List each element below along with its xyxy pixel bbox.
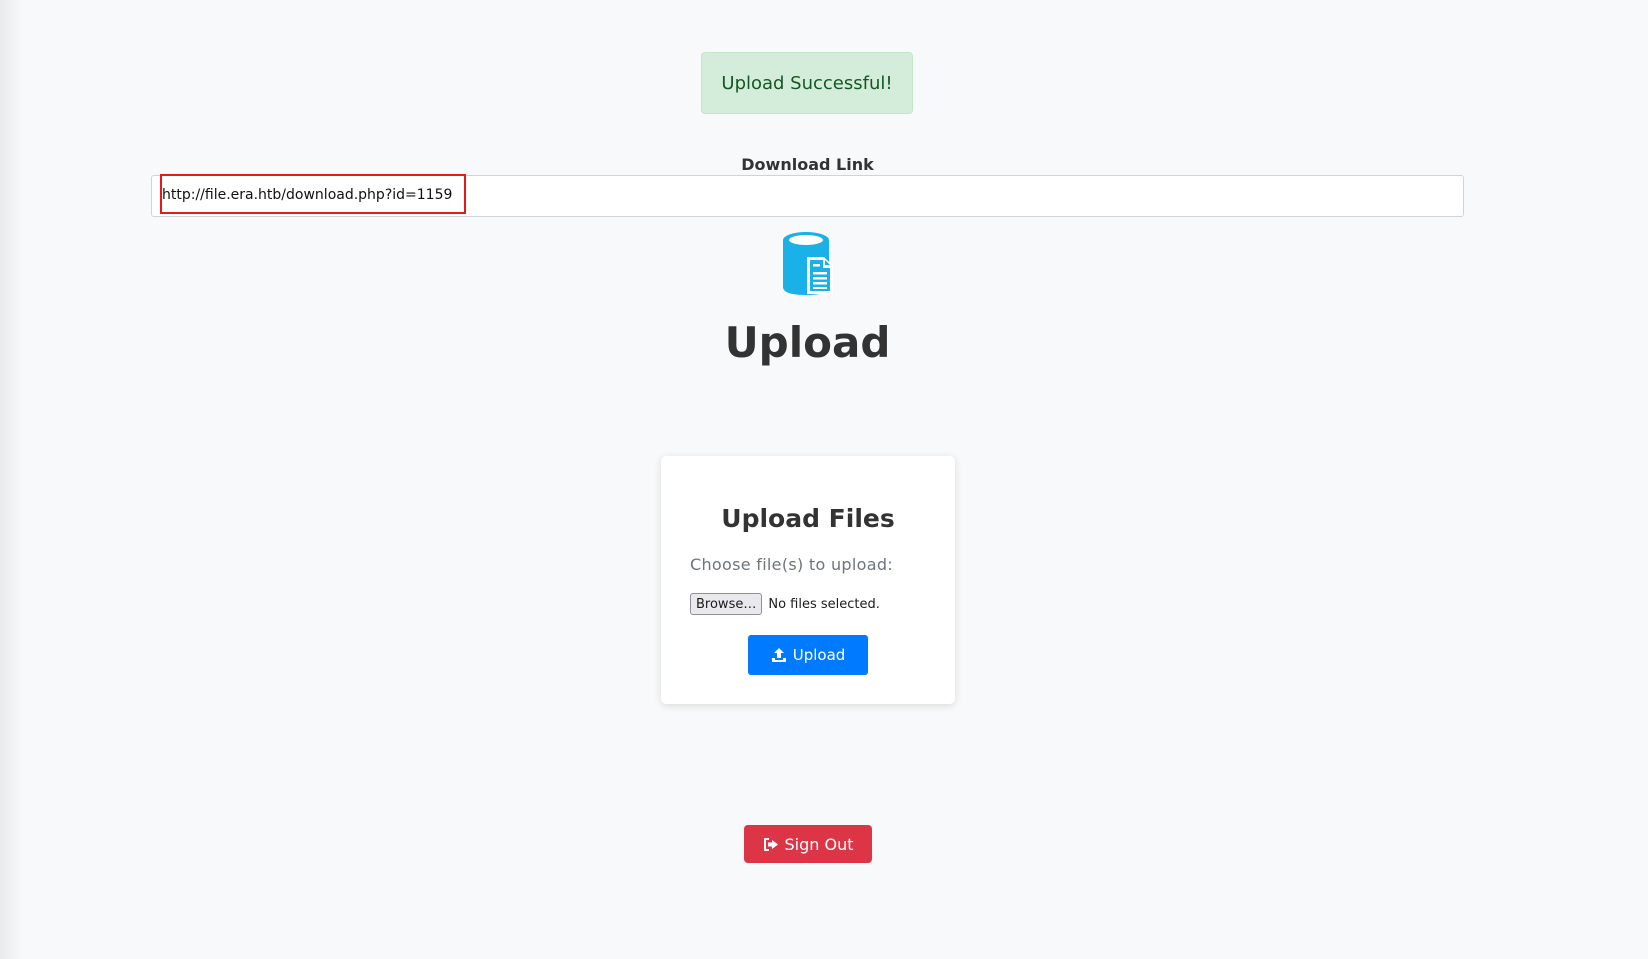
upload-button-label: Upload: [792, 646, 846, 664]
page-title: Upload: [724, 318, 891, 367]
upload-button[interactable]: Upload: [748, 635, 868, 675]
upload-success-alert: Upload Successful!: [701, 52, 913, 114]
browse-button[interactable]: Browse…: [690, 593, 763, 615]
alert-message: Upload Successful!: [721, 72, 893, 94]
sign-out-icon: [763, 837, 780, 852]
download-link-field[interactable]: http://file.era.htb/download.php?id=1159: [151, 174, 1464, 217]
sign-out-button[interactable]: Sign Out: [744, 825, 872, 863]
file-input[interactable]: Browse… No files selected.: [690, 593, 880, 615]
database-file-icon: [781, 231, 835, 295]
no-files-selected-text: No files selected.: [768, 596, 880, 612]
upload-files-card: Upload Files Choose file(s) to upload: B…: [661, 456, 955, 704]
download-link-url[interactable]: http://file.era.htb/download.php?id=1159: [162, 187, 452, 203]
sign-out-label: Sign Out: [784, 834, 854, 854]
download-link-label: Download Link: [741, 155, 874, 174]
upload-icon: [771, 647, 787, 663]
card-title: Upload Files: [721, 504, 895, 533]
choose-files-label: Choose file(s) to upload:: [690, 555, 893, 574]
window-edge-shadow: [0, 0, 22, 959]
